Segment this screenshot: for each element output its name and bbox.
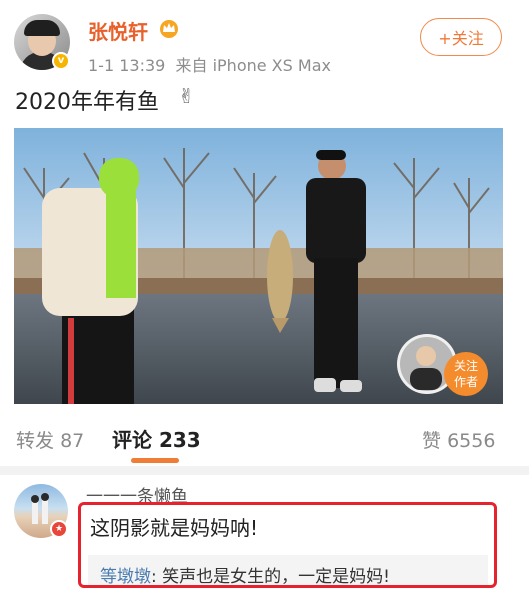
comment-text: 这阴影就是妈妈呐!: [90, 516, 259, 540]
like-tab[interactable]: 赞 6556: [422, 426, 495, 453]
post-text: 2020年年有鱼: [15, 90, 159, 115]
comment-count: 233: [158, 428, 201, 452]
post-source: 来自 iPhone XS Max: [175, 56, 331, 75]
section-divider: [0, 466, 529, 475]
active-tab-indicator: [131, 458, 179, 463]
reply-username[interactable]: 等墩墩: [100, 567, 151, 587]
commenter-badge-icon: ★: [50, 520, 68, 538]
post-time: 1-1 13:39: [88, 56, 166, 75]
reply-line: 等墩墩: 笑声也是女生的，一定是妈妈!: [100, 562, 390, 587]
overlay-author-label: 作者: [454, 375, 478, 389]
repost-label: 转发: [16, 430, 55, 452]
post-image[interactable]: 关注 作者: [14, 128, 503, 404]
post-meta: 1-1 13:39 来自 iPhone XS Max: [88, 52, 331, 76]
repost-count: 87: [60, 430, 85, 452]
overlay-follow-label: 关注: [454, 358, 478, 373]
author-name[interactable]: 张悦轩: [88, 16, 148, 45]
post-image-scene: 关注 作者: [14, 128, 503, 404]
repost-tab[interactable]: 转发 87: [16, 426, 84, 453]
reply-text: : 笑声也是女生的，一定是妈妈!: [151, 567, 390, 587]
follow-button[interactable]: +关注: [420, 18, 502, 56]
comment-tab[interactable]: 评论 233: [112, 424, 201, 453]
like-count: 6556: [447, 430, 496, 452]
victory-hand-icon: ✌: [178, 84, 195, 108]
crown-icon: [160, 20, 178, 38]
comment-label: 评论: [112, 428, 152, 452]
like-label: 赞: [422, 430, 442, 452]
verified-badge-icon: v: [52, 52, 70, 70]
